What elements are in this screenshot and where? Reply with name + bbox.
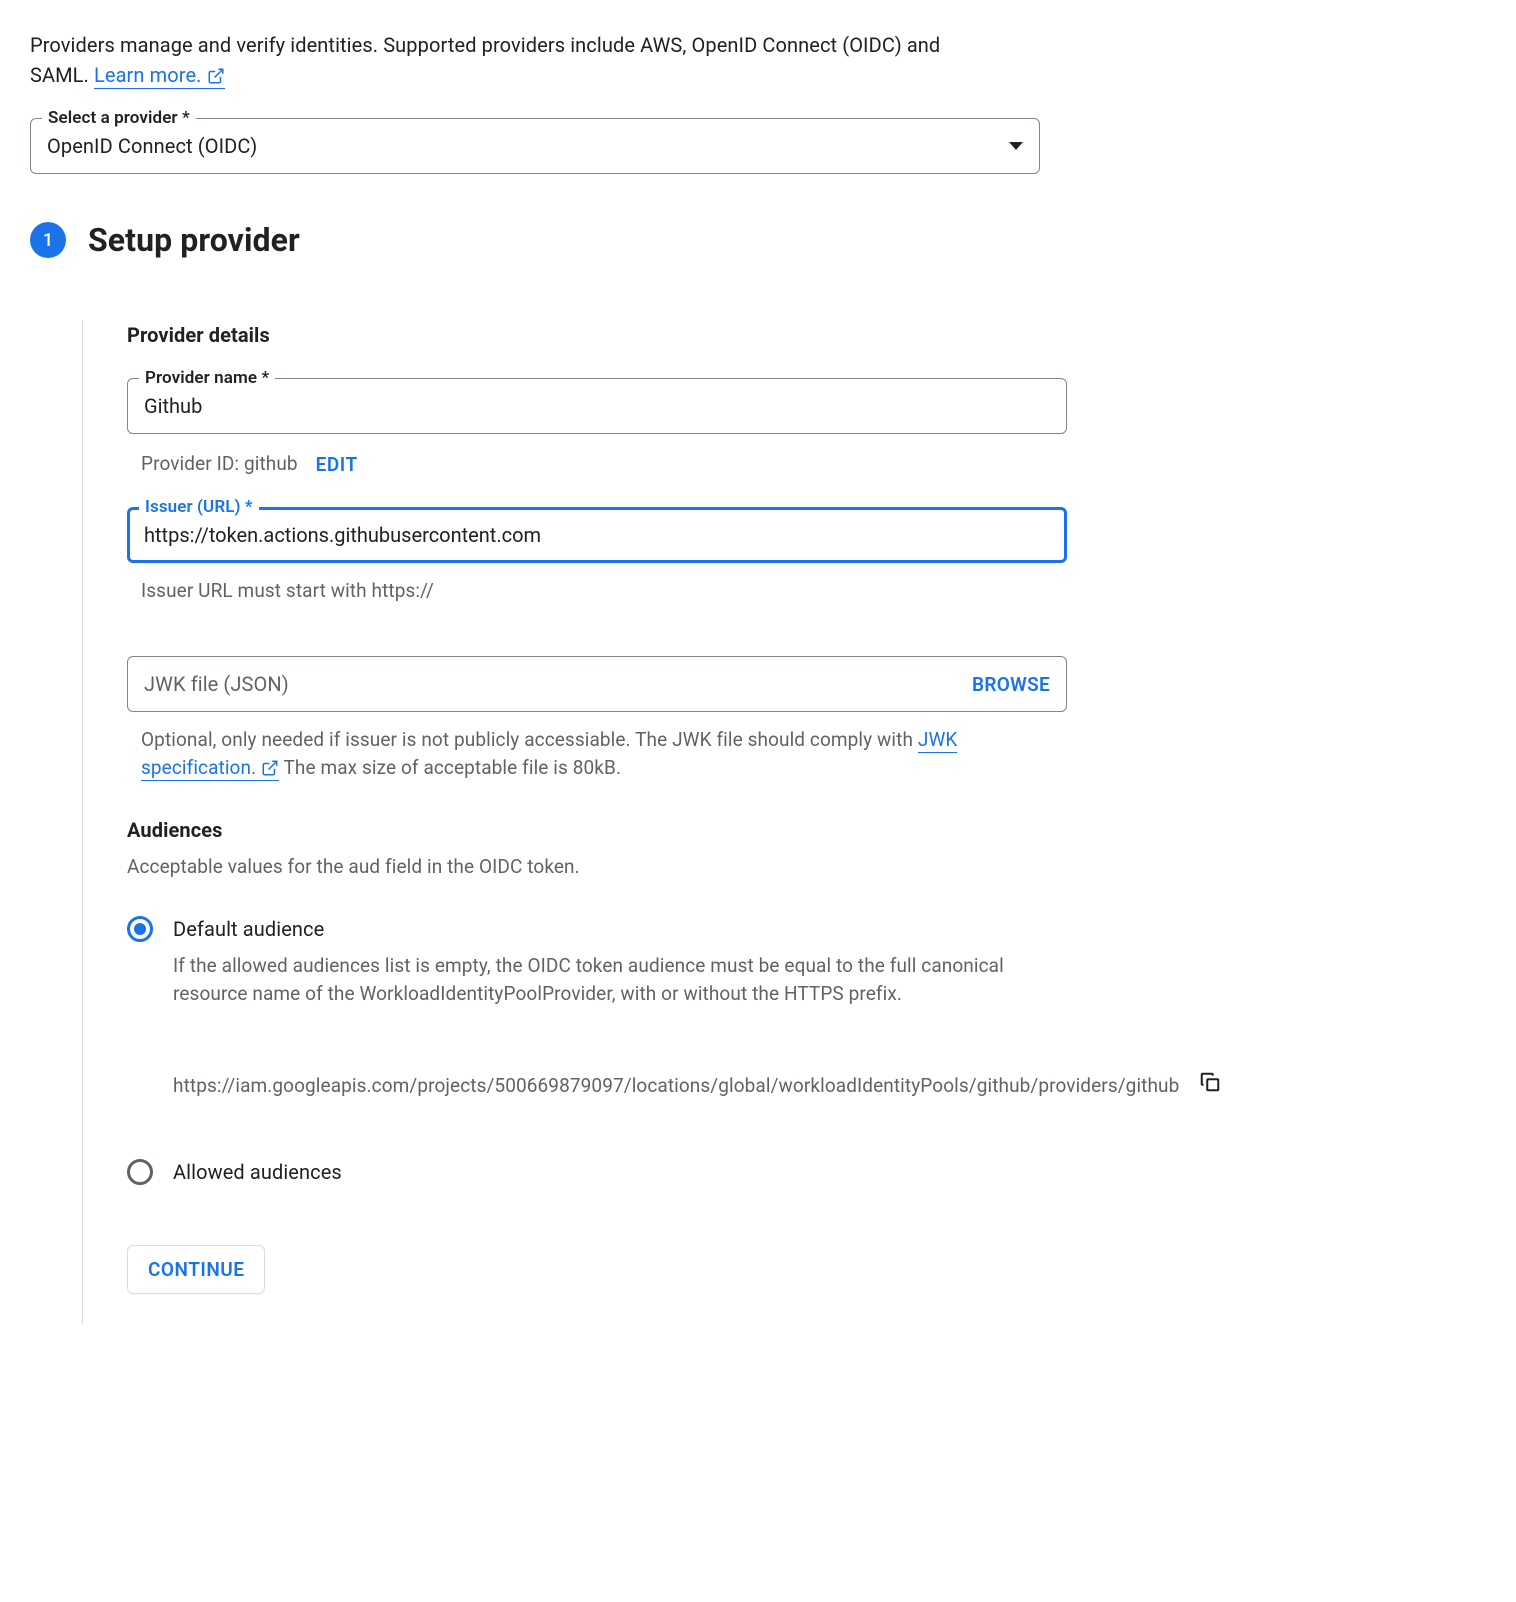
jwk-file-field[interactable]: JWK file (JSON) BROWSE [127, 656, 1067, 712]
chevron-down-icon [1009, 142, 1023, 150]
audiences-desc: Acceptable values for the aud field in t… [127, 853, 1486, 882]
external-link-icon [261, 759, 279, 777]
default-audience-label: Default audience [173, 914, 1486, 944]
issuer-url-helper: Issuer URL must start with https:// [127, 577, 1067, 605]
step-header: 1 Setup provider [30, 216, 1486, 264]
provider-select-label: Select a provider * [42, 106, 196, 132]
continue-button[interactable]: CONTINUE [127, 1245, 265, 1294]
issuer-url-label: Issuer (URL) * [139, 495, 259, 521]
provider-select-value: OpenID Connect (OIDC) [47, 131, 1009, 161]
step-title: Setup provider [88, 216, 300, 264]
jwk-placeholder: JWK file (JSON) [144, 669, 972, 699]
provider-name-label: Provider name * [139, 366, 275, 392]
provider-id-text: Provider ID: github [141, 450, 298, 479]
copy-icon[interactable] [1199, 1071, 1221, 1102]
default-audience-desc: If the allowed audiences list is empty, … [173, 952, 1073, 1009]
issuer-url-field[interactable]: Issuer (URL) * [127, 507, 1067, 563]
step-number-badge: 1 [30, 222, 66, 258]
audiences-heading: Audiences [127, 815, 1486, 845]
provider-name-input[interactable] [144, 394, 1050, 418]
provider-details-heading: Provider details [127, 320, 1486, 350]
issuer-url-input[interactable] [144, 523, 1050, 547]
provider-name-field[interactable]: Provider name * [127, 378, 1067, 434]
provider-id-row: Provider ID: github EDIT [127, 450, 1486, 479]
edit-provider-id-button[interactable]: EDIT [316, 453, 358, 476]
external-link-icon [207, 67, 225, 85]
provider-select-field[interactable]: Select a provider * OpenID Connect (OIDC… [30, 118, 1040, 174]
jwk-helper-pre: Optional, only needed if issuer is not p… [141, 728, 918, 751]
learn-more-link[interactable]: Learn more. [94, 63, 225, 89]
browse-button[interactable]: BROWSE [972, 673, 1050, 696]
default-audience-radio[interactable] [127, 916, 153, 942]
jwk-helper-post: The max size of acceptable file is 80kB. [279, 756, 621, 779]
intro-text: Providers manage and verify identities. … [30, 30, 950, 90]
allowed-audiences-label: Allowed audiences [173, 1157, 1486, 1187]
allowed-audiences-radio[interactable] [127, 1159, 153, 1185]
learn-more-label: Learn more. [94, 63, 202, 87]
canonical-resource-name: https://iam.googleapis.com/projects/5006… [173, 1072, 1179, 1101]
jwk-helper: Optional, only needed if issuer is not p… [127, 726, 1067, 781]
